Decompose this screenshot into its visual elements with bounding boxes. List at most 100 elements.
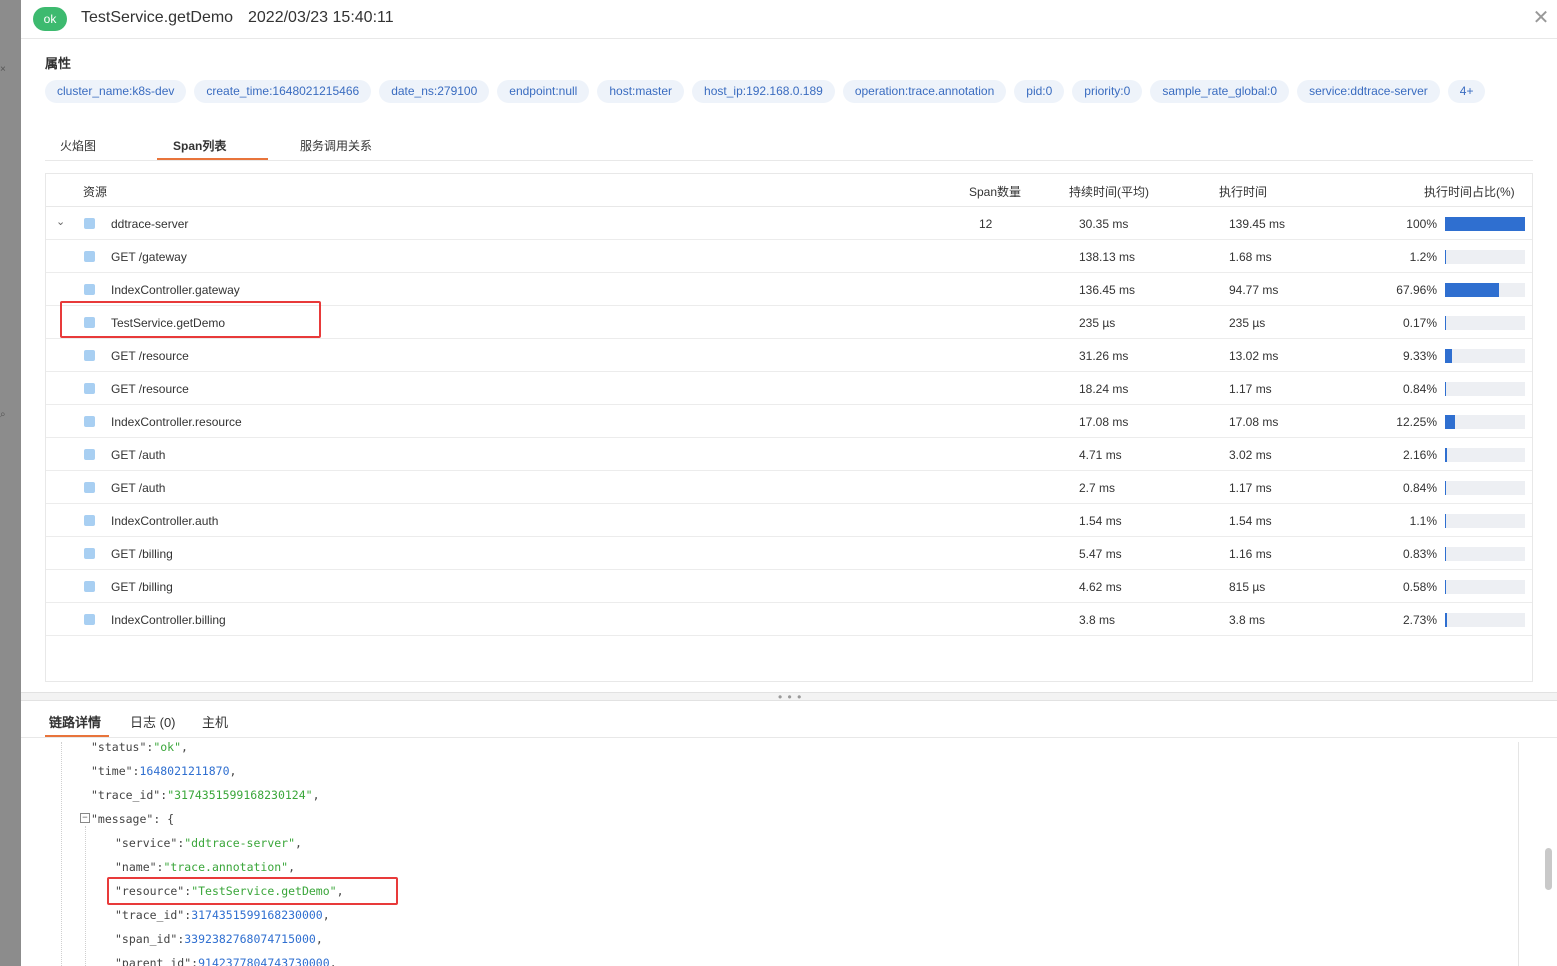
json-line: "status":"ok", [91,742,188,757]
table-row[interactable]: GET /auth 4.71 ms 3.02 ms 2.16% [46,438,1532,471]
tab-flame-graph[interactable]: 火焰图 [60,137,96,154]
table-row[interactable]: GET /billing 4.62 ms 815 µs 0.58% [46,570,1532,603]
tab-logs[interactable]: 日志 (0) [130,712,176,731]
collapse-icon[interactable]: − [80,813,90,823]
json-key: "parent_id" [115,956,192,966]
service-color-swatch [84,515,95,526]
attribute-tag[interactable]: cluster_name:k8s-dev [45,80,187,103]
attribute-tag[interactable]: operation:trace.annotation [842,80,1007,103]
attribute-tag[interactable]: host_ip:192.168.0.189 [692,80,835,103]
row-exec-time: 3.02 ms [1229,448,1272,462]
row-duration: 4.62 ms [1079,580,1122,594]
row-exec-ratio: 0.58% [1402,580,1437,594]
json-line: "service":"ddtrace-server", [115,833,302,853]
column-header-avg-duration[interactable]: 持续时间(平均) [1069,183,1149,200]
row-resource: IndexController.billing [111,613,226,627]
attribute-tag[interactable]: endpoint:null [497,80,590,103]
span-table: 资源 Span数量 持续时间(平均) 执行时间 执行时间占比(%) ⌄ ddtra… [45,173,1533,682]
json-comma: , [229,764,237,778]
drawer-header: ok TestService.getDemo 2022/03/23 15:40:… [21,0,1557,39]
row-duration: 18.24 ms [1079,382,1129,396]
row-duration: 3.8 ms [1079,613,1116,627]
exec-ratio-bar-fill [1445,547,1446,561]
table-row[interactable]: GET /resource 31.26 ms 13.02 ms 9.33% [46,339,1532,372]
json-value: 3392382768074715000 [184,932,316,946]
json-line: "message": { [91,809,174,829]
row-exec-ratio: 2.16% [1402,448,1437,462]
table-row[interactable]: ⌄ ddtrace-server 12 30.35 ms 139.45 ms 100% [46,207,1532,240]
row-resource: GET /billing [111,580,173,594]
tab-span-list[interactable]: Span列表 [173,137,226,154]
table-row[interactable]: GET /resource 18.24 ms 1.17 ms 0.84% [46,372,1532,405]
service-color-swatch [84,548,95,559]
row-resource: GET /resource [111,349,189,363]
attribute-tag[interactable]: priority:0 [1072,80,1143,103]
column-header-exec-ratio[interactable]: 执行时间占比(%) [1424,183,1515,200]
json-key: "service" [115,836,178,850]
json-value: "ok" [153,742,182,754]
tab-service-map[interactable]: 服务调用关系 [300,137,372,154]
column-header-exec-time[interactable]: 执行时间 [1219,183,1267,200]
exec-ratio-bar [1445,613,1525,627]
table-row[interactable]: GET /gateway 138.13 ms 1.68 ms 1.2% [46,240,1532,273]
row-duration: 138.13 ms [1079,250,1136,264]
row-duration: 17.08 ms [1079,415,1129,429]
active-tab-indicator [157,158,268,160]
json-value: "3174351599168230124" [167,788,313,802]
attribute-tag[interactable]: create_time:1648021215466 [194,80,372,103]
json-viewer: − "status":"ok", "time":1648021211870, "tr… [45,742,1520,966]
row-resource: IndexController.resource [111,415,242,429]
exec-ratio-bar [1445,382,1525,396]
attribute-tag[interactable]: sample_rate_global:0 [1150,80,1290,103]
json-key: "name" [115,860,157,874]
table-row[interactable]: GET /billing 5.47 ms 1.16 ms 0.83% [46,537,1532,570]
close-icon[interactable]: ✕ [1531,8,1551,28]
exec-ratio-bar [1445,217,1525,231]
exec-ratio-bar-fill [1445,448,1447,462]
json-line: "name":"trace.annotation", [115,857,295,877]
tab-host[interactable]: 主机 [202,712,228,731]
row-resource: GET /gateway [111,250,187,264]
more-tags-button[interactable]: 4+ [1447,80,1486,103]
exec-ratio-bar [1445,547,1525,561]
row-exec-ratio: 100% [1406,217,1437,231]
json-line: "parent_id":9142377804743730000, [115,953,337,966]
column-header-resource[interactable]: 资源 [83,183,107,200]
json-line: "trace_id":"3174351599168230124", [91,785,320,805]
row-exec-time: 3.8 ms [1229,613,1266,627]
row-duration: 235 µs [1079,316,1116,330]
scrollbar-thumb[interactable] [1545,848,1552,890]
row-resource: GET /auth [111,481,166,495]
table-row[interactable]: IndexController.resource 17.08 ms 17.08 ms… [46,405,1532,438]
row-exec-ratio: 0.83% [1402,547,1437,561]
attribute-tag[interactable]: service:ddtrace-server [1297,80,1440,103]
exec-ratio-bar-fill [1445,283,1499,297]
service-color-swatch [84,449,95,460]
exec-ratio-bar [1445,316,1525,330]
attribute-tag[interactable]: host:master [597,80,685,103]
tab-trace-detail[interactable]: 链路详情 [49,712,101,731]
exec-ratio-bar [1445,283,1525,297]
indent-guide [61,742,62,966]
exec-ratio-bar-fill [1445,316,1446,330]
backdrop-overlay: × ⌕ [0,0,21,966]
service-color-swatch [84,614,95,625]
panel-splitter[interactable]: • • • [21,690,1557,704]
highlight-box-json [107,877,398,905]
attribute-tag[interactable]: pid:0 [1014,80,1065,103]
highlight-box-row [60,301,321,338]
service-color-swatch [84,350,95,361]
json-value: { [167,812,175,826]
row-exec-time: 17.08 ms [1229,415,1279,429]
row-duration: 2.7 ms [1079,481,1116,495]
service-color-swatch [84,284,95,295]
table-row[interactable]: IndexController.auth 1.54 ms 1.54 ms 1.1% [46,504,1532,537]
table-row[interactable]: IndexController.billing 3.8 ms 3.8 ms 2.73% [46,603,1532,636]
chevron-down-icon[interactable]: ⌄ [56,215,65,228]
exec-ratio-bar-fill [1445,382,1446,396]
column-header-span-count[interactable]: Span数量 [969,183,1021,200]
attribute-tag[interactable]: date_ns:279100 [379,80,490,103]
table-row[interactable]: GET /auth 2.7 ms 1.17 ms 0.84% [46,471,1532,504]
table-header: 资源 Span数量 持续时间(平均) 执行时间 执行时间占比(%) [46,174,1532,207]
json-key: "status" [91,742,147,754]
